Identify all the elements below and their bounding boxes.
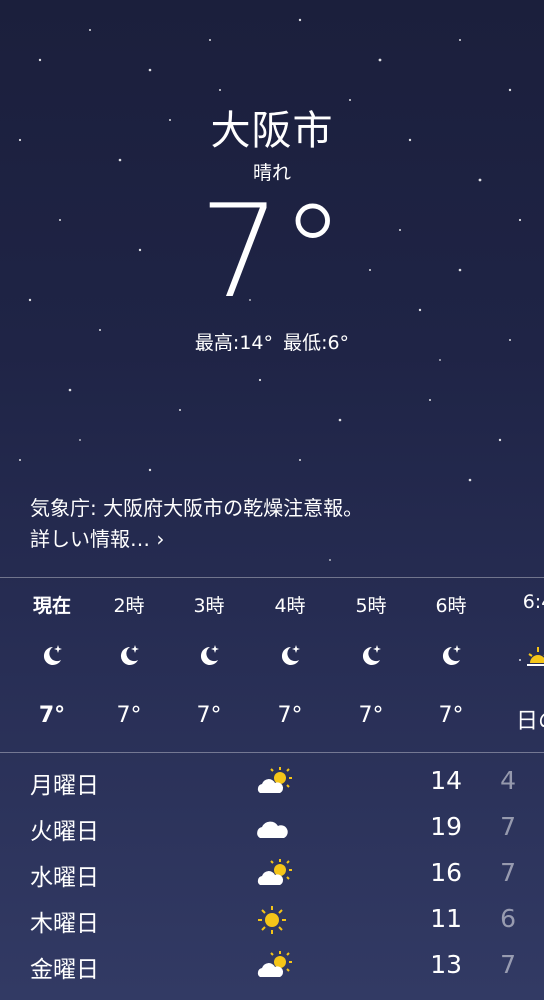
- daily-row: 月曜日 14 4: [0, 760, 544, 806]
- hourly-temp: 日の: [515, 709, 544, 734]
- hourly-time: 5時: [355, 595, 387, 617]
- day-high: 19: [430, 812, 462, 841]
- day-low: 7: [500, 812, 516, 841]
- hourly-temp: 7°: [277, 703, 303, 728]
- day-name: 水曜日: [30, 865, 99, 891]
- day-low: 7: [500, 950, 516, 979]
- day-low: 7: [500, 858, 516, 887]
- hourly-temp: 7°: [358, 703, 384, 728]
- day-name: 木曜日: [30, 911, 99, 937]
- hourly-forecast[interactable]: 現在 7° 2時 7° 3時 7° 4時 7° 5時 7° 6時 7° 6:4 …: [0, 579, 544, 751]
- cloud-icon: [257, 821, 288, 838]
- partly-cloudy-icon: [257, 951, 292, 977]
- weather-alert-text: 気象庁: 大阪府大阪市の乾燥注意報。: [30, 496, 364, 520]
- day-low: 6: [500, 904, 516, 933]
- city-name: 大阪市: [210, 108, 334, 154]
- daily-row: 水曜日 16 7: [0, 852, 544, 898]
- day-high: 13: [430, 950, 462, 979]
- day-name: 月曜日: [30, 773, 99, 799]
- moon-stars-icon: [362, 645, 381, 665]
- moon-stars-icon: [120, 645, 139, 665]
- hourly-time: 6時: [435, 595, 467, 617]
- hourly-temp: 7°: [196, 703, 222, 728]
- high-low: 最高:14° 最低:6°: [0, 328, 544, 355]
- high-temperature: 最高:14°: [194, 332, 274, 354]
- hourly-time: 現在: [32, 595, 71, 617]
- moon-stars-icon: [43, 645, 62, 665]
- hourly-time: 3時: [193, 595, 225, 617]
- daily-row: 火曜日 19 7: [0, 806, 544, 852]
- hourly-temp: 7°: [438, 703, 464, 728]
- sun-icon: [258, 906, 286, 934]
- partly-cloudy-icon: [257, 859, 292, 885]
- alert-details-link[interactable]: 詳しい情報… ›: [30, 524, 164, 554]
- hourly-temp: 7°: [38, 703, 66, 728]
- hourly-time: 4時: [274, 595, 306, 617]
- moon-stars-icon: [200, 645, 219, 665]
- divider-top: [0, 577, 544, 578]
- moon-stars-icon: [442, 645, 461, 665]
- daily-row: 金曜日 13 7: [0, 944, 544, 990]
- hourly-time: 2時: [113, 595, 145, 617]
- day-high: 16: [430, 858, 462, 887]
- hourly-temp: 7°: [116, 703, 142, 728]
- day-high: 14: [430, 766, 462, 795]
- low-temperature: 最低:6°: [283, 332, 350, 354]
- daily-row: 木曜日 11 6: [0, 898, 544, 944]
- day-high: 11: [430, 904, 462, 933]
- hourly-time: 6:4: [522, 591, 544, 613]
- day-name: 金曜日: [30, 957, 99, 983]
- day-name: 火曜日: [30, 819, 99, 845]
- divider-bottom: [0, 752, 544, 753]
- moon-stars-icon: [281, 645, 300, 665]
- partly-cloudy-icon: [257, 767, 292, 793]
- day-low: 4: [500, 766, 516, 795]
- current-temperature: 7°: [199, 178, 345, 327]
- sunrise-icon: [527, 647, 544, 666]
